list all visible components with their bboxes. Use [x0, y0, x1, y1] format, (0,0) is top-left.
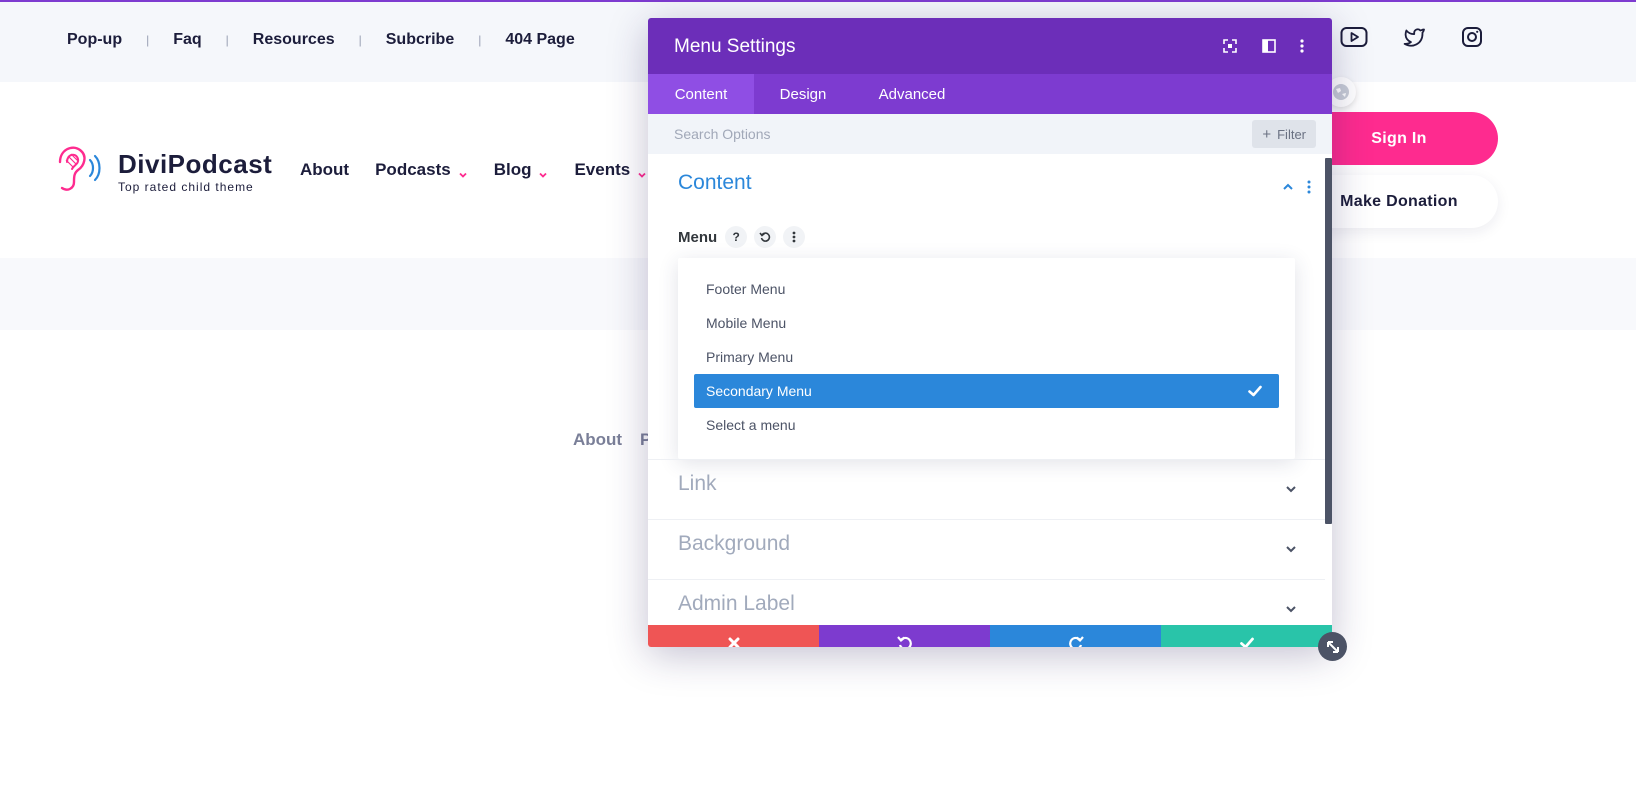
reset-icon[interactable]	[754, 226, 777, 248]
modal-header[interactable]: Menu Settings	[648, 18, 1332, 74]
top-nav-separator: |	[478, 33, 482, 47]
menu-option-footer[interactable]: Footer Menu	[694, 272, 1279, 306]
menu-field-label: Menu	[678, 228, 718, 246]
plus-icon: +	[1262, 125, 1272, 143]
chevron-down-icon	[637, 165, 647, 178]
menu-select-dropdown[interactable]: Footer Menu Mobile Menu Primary Menu Sec…	[678, 258, 1295, 459]
menu-option-select[interactable]: Select a menu	[694, 408, 1279, 442]
menu-option-primary[interactable]: Primary Menu	[694, 340, 1279, 374]
footer-menu-about[interactable]: About	[573, 430, 622, 450]
top-nav: Pop-up | Faq | Resources | Subcribe | 40…	[67, 31, 575, 49]
undo-icon	[896, 634, 914, 647]
brand-name[interactable]: DiviPodcast	[118, 149, 272, 180]
twitter-icon[interactable]	[1398, 24, 1428, 50]
modal-tabs: Content Design Advanced	[648, 74, 1332, 114]
nav-item-about[interactable]: About	[300, 160, 349, 180]
nav-item-label: Podcasts	[375, 160, 451, 179]
section-content-title[interactable]: Content	[678, 171, 752, 195]
top-nav-resources[interactable]: Resources	[253, 31, 335, 49]
filter-button[interactable]: + Filter	[1252, 120, 1316, 148]
top-nav-404[interactable]: 404 Page	[505, 31, 574, 49]
section-link-title[interactable]: Link	[678, 472, 717, 496]
section-divider	[648, 519, 1325, 520]
chevron-down-icon	[538, 165, 548, 178]
selected-option-label: Secondary Menu	[706, 383, 812, 399]
menu-option-secondary-selected[interactable]: Secondary Menu	[694, 374, 1279, 408]
top-nav-separator: |	[146, 33, 150, 47]
more-options-icon[interactable]	[1293, 37, 1311, 55]
modal-title: Menu Settings	[674, 36, 796, 57]
menu-option-mobile[interactable]: Mobile Menu	[694, 306, 1279, 340]
top-nav-faq[interactable]: Faq	[173, 31, 201, 49]
search-options-input[interactable]	[674, 122, 1174, 146]
chevron-down-icon[interactable]	[1284, 482, 1298, 496]
tab-design[interactable]: Design	[754, 74, 852, 114]
nav-item-label: About	[300, 160, 350, 179]
nav-item-podcasts[interactable]: Podcasts	[375, 160, 468, 180]
menu-settings-modal: Menu Settings Content Design Advanced + …	[648, 18, 1332, 647]
menu-field-label-row: Menu ?	[678, 226, 812, 248]
top-nav-separator: |	[358, 33, 362, 47]
section-background-title[interactable]: Background	[678, 532, 790, 556]
redo-button[interactable]	[990, 625, 1161, 647]
section-divider	[648, 579, 1325, 580]
section-more-icon[interactable]	[1306, 180, 1312, 194]
checkmark-icon	[1247, 383, 1263, 399]
resize-icon[interactable]	[1318, 632, 1347, 661]
chevron-down-icon[interactable]	[1284, 542, 1298, 556]
top-nav-subscribe[interactable]: Subcribe	[386, 31, 454, 49]
chevron-down-icon[interactable]	[1284, 602, 1298, 616]
section-admin-label-title[interactable]: Admin Label	[678, 592, 795, 616]
tab-content[interactable]: Content	[648, 74, 754, 114]
chevron-up-icon[interactable]	[1281, 180, 1295, 194]
nav-item-events[interactable]: Events	[574, 160, 647, 180]
expand-icon[interactable]	[1221, 37, 1239, 55]
main-nav: About Podcasts Blog Events	[300, 160, 673, 180]
split-view-icon[interactable]	[1260, 37, 1278, 55]
save-button[interactable]	[1161, 625, 1332, 647]
brand-tagline: Top rated child theme	[118, 180, 254, 194]
close-icon	[727, 636, 741, 647]
nav-item-blog[interactable]: Blog	[494, 160, 549, 180]
ear-sound-icon[interactable]	[50, 142, 105, 197]
section-divider	[648, 459, 1325, 460]
tab-advanced[interactable]: Advanced	[852, 74, 972, 114]
help-icon[interactable]: ?	[725, 226, 748, 248]
redo-icon	[1067, 634, 1085, 647]
instagram-icon[interactable]	[1457, 24, 1487, 50]
modal-action-bar	[648, 625, 1332, 647]
scrollbar-thumb[interactable]	[1325, 158, 1332, 524]
modal-body: Content Menu ? Footer Menu Mobile Menu P…	[648, 154, 1332, 625]
top-nav-separator: |	[225, 33, 229, 47]
field-more-icon[interactable]	[783, 226, 806, 248]
discard-button[interactable]	[648, 625, 819, 647]
chevron-down-icon	[458, 165, 468, 178]
youtube-icon[interactable]	[1339, 24, 1369, 50]
top-nav-popup[interactable]: Pop-up	[67, 31, 122, 49]
checkmark-icon	[1239, 635, 1255, 647]
filter-label: Filter	[1277, 126, 1306, 142]
nav-item-label: Blog	[493, 160, 532, 179]
nav-item-label: Events	[574, 160, 631, 179]
undo-button[interactable]	[819, 625, 990, 647]
search-options-row: + Filter	[648, 114, 1332, 154]
